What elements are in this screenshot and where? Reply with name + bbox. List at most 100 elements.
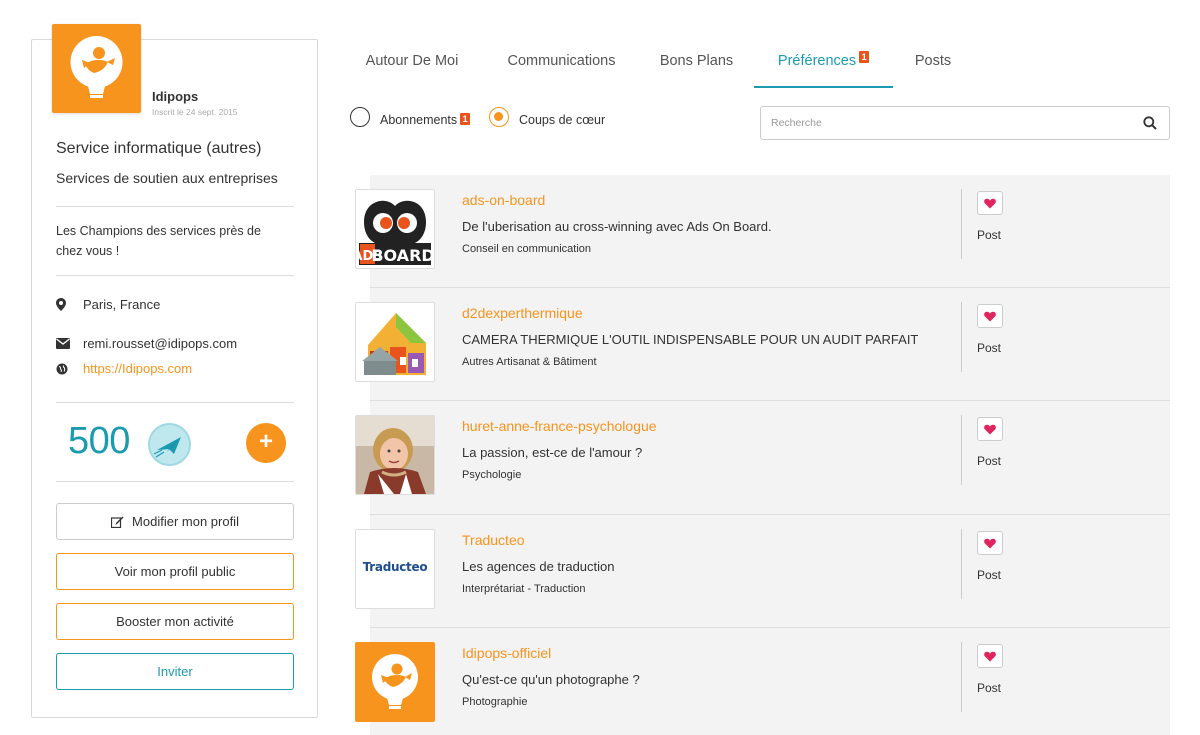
item-title[interactable]: Idipops-officiel	[462, 645, 551, 661]
divider	[961, 302, 962, 372]
item-description: CAMERA THERMIQUE L'OUTIL INDISPENSABLE P…	[462, 332, 919, 347]
list-item: d2dexperthermique CAMERA THERMIQUE L'OUT…	[355, 288, 1170, 401]
item-thumbnail[interactable]: ADS BOARD	[355, 189, 435, 269]
map-pin-icon	[56, 298, 74, 311]
heart-icon	[984, 198, 996, 208]
item-category: Psychologie	[462, 469, 522, 481]
divider	[961, 642, 962, 712]
heart-icon	[984, 424, 996, 434]
tab-preferences[interactable]: Préférences 1	[754, 40, 893, 88]
favorite-heart-button[interactable]	[977, 644, 1003, 668]
website-link[interactable]: https://Idipops.com	[83, 361, 192, 376]
favorites-radio[interactable]	[489, 107, 509, 127]
invite-button[interactable]: Inviter	[56, 653, 294, 690]
item-title[interactable]: d2dexperthermique	[462, 305, 583, 321]
post-label: Post	[977, 568, 1002, 582]
list-item: Traducteo Traducteo Les agences de tradu…	[355, 515, 1170, 628]
list-item: ADS BOARD ads-on-board De l'uberisation …	[355, 175, 1170, 288]
favorite-heart-button[interactable]	[977, 304, 1003, 328]
edit-profile-label: Modifier mon profil	[132, 514, 239, 529]
search-box	[760, 106, 1170, 140]
item-description: Qu'est-ce qu'un photographe ?	[462, 672, 640, 687]
profile-joined-date: Inscrit le 24 sept. 2015	[152, 107, 238, 117]
item-thumbnail[interactable]	[355, 302, 435, 382]
post-label: Post	[977, 228, 1002, 242]
favorite-heart-button[interactable]	[977, 191, 1003, 215]
item-thumbnail[interactable]	[355, 415, 435, 495]
portrait-photo-icon	[356, 416, 434, 494]
adsboard-logo-icon: ADS BOARD	[356, 190, 434, 268]
item-description: La passion, est-ce de l'amour ?	[462, 445, 643, 460]
tab-posts[interactable]: Posts	[893, 40, 973, 88]
item-title[interactable]: Traducteo	[462, 532, 525, 548]
envelope-icon	[56, 338, 74, 349]
subscriptions-label[interactable]: Abonnements 1	[380, 113, 471, 127]
profile-tagline: Les Champions des services près de chez …	[56, 224, 261, 258]
post-label: Post	[977, 681, 1002, 695]
tab-communications[interactable]: Communications	[484, 40, 639, 88]
tab-label: Posts	[914, 53, 952, 69]
search-input[interactable]	[771, 107, 1121, 139]
tab-label: Préférences	[777, 53, 857, 69]
divider	[56, 275, 294, 276]
divider	[56, 402, 294, 403]
traducteo-logo-text: Traducteo	[362, 560, 428, 574]
heart-icon	[984, 311, 996, 321]
tab-badge: 1	[859, 51, 870, 63]
idipops-logo-icon	[372, 654, 418, 709]
item-thumbnail[interactable]: Traducteo	[355, 529, 435, 609]
item-category: Photographie	[462, 696, 528, 708]
favorite-heart-button[interactable]	[977, 417, 1003, 441]
divider	[56, 206, 294, 207]
profile-sidebar: Idipops Inscrit le 24 sept. 2015 Service…	[31, 24, 318, 718]
globe-icon	[56, 363, 74, 375]
profile-subcategory: Services de soutien aux entreprises	[56, 170, 278, 186]
item-category: Interprétariat - Traduction	[462, 583, 586, 595]
item-title[interactable]: huret-anne-france-psychologue	[462, 418, 657, 434]
item-category: Autres Artisanat & Bâtiment	[462, 356, 597, 368]
item-title[interactable]: ads-on-board	[462, 192, 545, 208]
divider	[961, 189, 962, 259]
profile-location: Paris, France	[56, 297, 160, 312]
paper-plane-icon	[148, 423, 191, 466]
divider	[961, 415, 962, 485]
list-item: Idipops-officiel Qu'est-ce qu'un photogr…	[355, 628, 1170, 735]
favorites-label[interactable]: Coups de cœur	[519, 113, 605, 127]
divider	[56, 481, 294, 482]
item-description: Les agences de traduction	[462, 559, 615, 574]
list-item: huret-anne-france-psychologue La passion…	[355, 401, 1170, 514]
edit-icon	[111, 516, 124, 528]
favorite-heart-button[interactable]	[977, 531, 1003, 555]
subscriptions-radio[interactable]	[350, 107, 370, 127]
tab-autour-de-moi[interactable]: Autour De Moi	[340, 40, 484, 88]
idipops-logo-icon	[70, 36, 123, 98]
subscriptions-badge: 1	[460, 113, 471, 125]
location-text: Paris, France	[83, 297, 161, 312]
tab-bons-plans[interactable]: Bons Plans	[639, 40, 754, 88]
divider	[961, 529, 962, 599]
view-public-profile-button[interactable]: Voir mon profil public	[56, 553, 294, 590]
boost-activity-button[interactable]: Booster mon activité	[56, 603, 294, 640]
profile-username: Idipops	[152, 89, 199, 104]
thermal-house-icon	[356, 303, 434, 381]
item-thumbnail[interactable]	[355, 642, 435, 722]
email-text: remi.rousset@idipops.com	[83, 336, 238, 351]
edit-profile-button[interactable]: Modifier mon profil	[56, 503, 294, 540]
post-label: Post	[977, 341, 1002, 355]
profile-website[interactable]: https://Idipops.com	[56, 361, 192, 376]
profile-category: Service informatique (autres)	[56, 140, 262, 157]
item-description: De l'uberisation au cross-winning avec A…	[462, 219, 772, 234]
points-value: 500	[68, 420, 130, 462]
tab-label: Bons Plans	[659, 53, 734, 69]
item-category: Conseil en communication	[462, 243, 592, 255]
post-label: Post	[977, 454, 1002, 468]
tab-label: Autour De Moi	[365, 53, 459, 69]
profile-avatar[interactable]	[52, 24, 141, 113]
search-icon[interactable]	[1143, 116, 1157, 135]
subscriptions-text: Abonnements	[380, 113, 458, 127]
add-points-button[interactable]: +	[246, 423, 286, 463]
heart-icon	[984, 651, 996, 661]
svg-text:BOARD: BOARD	[371, 246, 434, 265]
profile-email: remi.rousset@idipops.com	[56, 336, 237, 351]
tab-label: Communications	[507, 53, 616, 69]
